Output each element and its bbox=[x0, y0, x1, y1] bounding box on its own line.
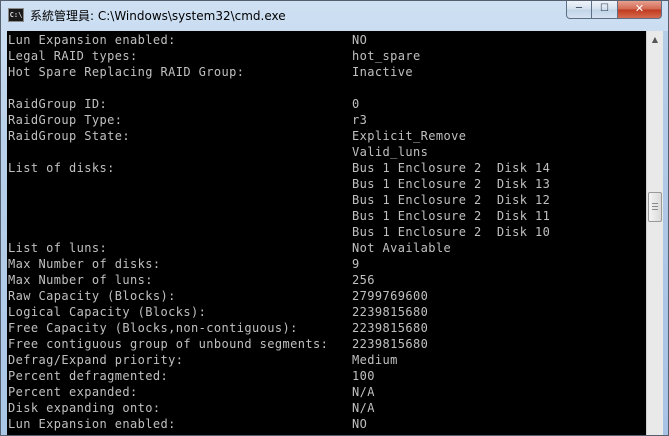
cmd-app-icon[interactable]: C:\ bbox=[8, 8, 24, 22]
console-line-label: Max Number of disks: bbox=[8, 257, 161, 271]
console-line-label: Logical Capacity (Blocks): bbox=[8, 305, 207, 319]
console-line-value: N/A bbox=[352, 385, 375, 399]
console-line-value: Inactive bbox=[352, 65, 413, 79]
console-line: Free contiguous group of unbound segment… bbox=[7, 336, 646, 352]
thumb-grip-line bbox=[652, 205, 658, 207]
console-line: Hot Spare Replacing RAID Group: Inactive bbox=[7, 64, 646, 80]
console-line-value: Medium bbox=[352, 353, 398, 367]
console-line-label: RaidGroup ID: bbox=[8, 97, 108, 111]
console-line: Bus 1 Enclosure 2 Disk 10 bbox=[7, 224, 646, 240]
console-line-value: r3 bbox=[352, 113, 368, 127]
console-line-value: NO bbox=[352, 33, 368, 47]
console-line: Percent defragmented: 100 bbox=[7, 368, 646, 384]
console-line: List of disks: Bus 1 Enclosure 2 Disk 14 bbox=[7, 160, 646, 176]
console-line-label: Max Number of luns: bbox=[8, 273, 153, 287]
console-line-value: 9 bbox=[352, 257, 360, 271]
scrollbar-thumb[interactable] bbox=[648, 191, 662, 222]
thumb-grip-line bbox=[652, 208, 658, 210]
console-line-value: N/A bbox=[352, 401, 375, 415]
console-line: Defrag/Expand priority: Medium bbox=[7, 352, 646, 368]
scroll-up-arrow-icon[interactable]: ▲ bbox=[647, 31, 663, 48]
console-line: Lun Expansion enabled: NO bbox=[7, 416, 646, 432]
title-bar[interactable]: C:\ 系統管理員: C:\Windows\system32\cmd.exe ─… bbox=[1, 1, 668, 31]
console-line-value: 2239815680 bbox=[352, 337, 429, 351]
console-line: RaidGroup Type: r3 bbox=[7, 112, 646, 128]
console-line-value: 256 bbox=[352, 273, 375, 287]
console-line-label: RaidGroup Type: bbox=[8, 113, 123, 127]
console-line-label: Raw Capacity (Blocks): bbox=[8, 289, 176, 303]
console-line-label: Lun Expansion enabled: bbox=[8, 417, 176, 431]
console-line: Valid_luns bbox=[7, 144, 646, 160]
console-line: Max Number of luns: 256 bbox=[7, 272, 646, 288]
console-line-value: 2239815680 bbox=[352, 305, 429, 319]
console-line: Bus 1 Enclosure 2 Disk 12 bbox=[7, 192, 646, 208]
console-line-label: List of luns: bbox=[8, 241, 108, 255]
close-button[interactable]: ✕ bbox=[618, 1, 662, 19]
console-line-value: 2239815680 bbox=[352, 321, 429, 335]
console-line-value: Bus 1 Enclosure 2 Disk 10 bbox=[352, 225, 551, 239]
console-line-value: hot_spare bbox=[352, 49, 421, 63]
window-frame-right bbox=[663, 31, 668, 435]
console-line: Raw Capacity (Blocks): 2799769600 bbox=[7, 288, 646, 304]
console-line: RaidGroup ID: 0 bbox=[7, 96, 646, 112]
console-line: RaidGroup State: Explicit_Remove bbox=[7, 128, 646, 144]
window-title: 系統管理員: C:\Windows\system32\cmd.exe bbox=[30, 9, 286, 23]
console-line-value: Valid_luns bbox=[352, 145, 429, 159]
console-line: Lun Expansion enabled: NO bbox=[7, 32, 646, 48]
console-line: Percent expanded: N/A bbox=[7, 384, 646, 400]
console-line-value: Not Available bbox=[352, 241, 452, 255]
console-line-label: RaidGroup State: bbox=[8, 129, 130, 143]
console-line-label: Percent defragmented: bbox=[8, 369, 169, 383]
caption-buttons: ─ ☐ ✕ bbox=[566, 1, 662, 20]
console-line-label: Defrag/Expand priority: bbox=[8, 353, 184, 367]
thumb-grip-line bbox=[652, 202, 658, 204]
console-line-value: Bus 1 Enclosure 2 Disk 11 bbox=[352, 209, 551, 223]
console-line-label: Hot Spare Replacing RAID Group: bbox=[8, 65, 245, 79]
console-line-label: Free Capacity (Blocks,non-contiguous): bbox=[8, 321, 298, 335]
console-line: Legal RAID types: hot_spare bbox=[7, 48, 646, 64]
console-line: Free Capacity (Blocks,non-contiguous): 22… bbox=[7, 320, 646, 336]
console-line-label: Legal RAID types: bbox=[8, 49, 138, 63]
console-line-value: 0 bbox=[352, 97, 360, 111]
console-line: Disk expanding onto: N/A bbox=[7, 400, 646, 416]
console-line-label: List of disks: bbox=[8, 161, 115, 175]
vertical-scrollbar[interactable]: ▲ bbox=[646, 31, 663, 435]
console-lines: Lun Expansion enabled: NO Legal RAID types… bbox=[7, 31, 646, 432]
console-line-value: Bus 1 Enclosure 2 Disk 13 bbox=[352, 177, 551, 191]
console-line-label: Free contiguous group of unbound segment… bbox=[8, 337, 329, 351]
console-line: Max Number of disks: 9 bbox=[7, 256, 646, 272]
console-line-value: 100 bbox=[352, 369, 375, 383]
cmd-window: C:\ 系統管理員: C:\Windows\system32\cmd.exe ─… bbox=[0, 0, 669, 436]
console-line-label: Lun Expansion enabled: bbox=[8, 33, 176, 47]
console-line: Bus 1 Enclosure 2 Disk 11 bbox=[7, 208, 646, 224]
maximize-button[interactable]: ☐ bbox=[592, 1, 618, 19]
console-line-value: Bus 1 Enclosure 2 Disk 14 bbox=[352, 161, 551, 175]
console-line-label: Disk expanding onto: bbox=[8, 401, 161, 415]
console-line-value: Explicit_Remove bbox=[352, 129, 467, 143]
console-line-value: 2799769600 bbox=[352, 289, 429, 303]
console-line-label: Percent expanded: bbox=[8, 385, 138, 399]
console-line: List of luns: Not Available bbox=[7, 240, 646, 256]
minimize-button[interactable]: ─ bbox=[566, 1, 592, 19]
console-line: Bus 1 Enclosure 2 Disk 13 bbox=[7, 176, 646, 192]
console-line: Logical Capacity (Blocks): 2239815680 bbox=[7, 304, 646, 320]
console-line-value: NO bbox=[352, 417, 368, 431]
console-output[interactable]: Lun Expansion enabled: NO Legal RAID types… bbox=[7, 31, 646, 435]
console-line-value: Bus 1 Enclosure 2 Disk 12 bbox=[352, 193, 551, 207]
